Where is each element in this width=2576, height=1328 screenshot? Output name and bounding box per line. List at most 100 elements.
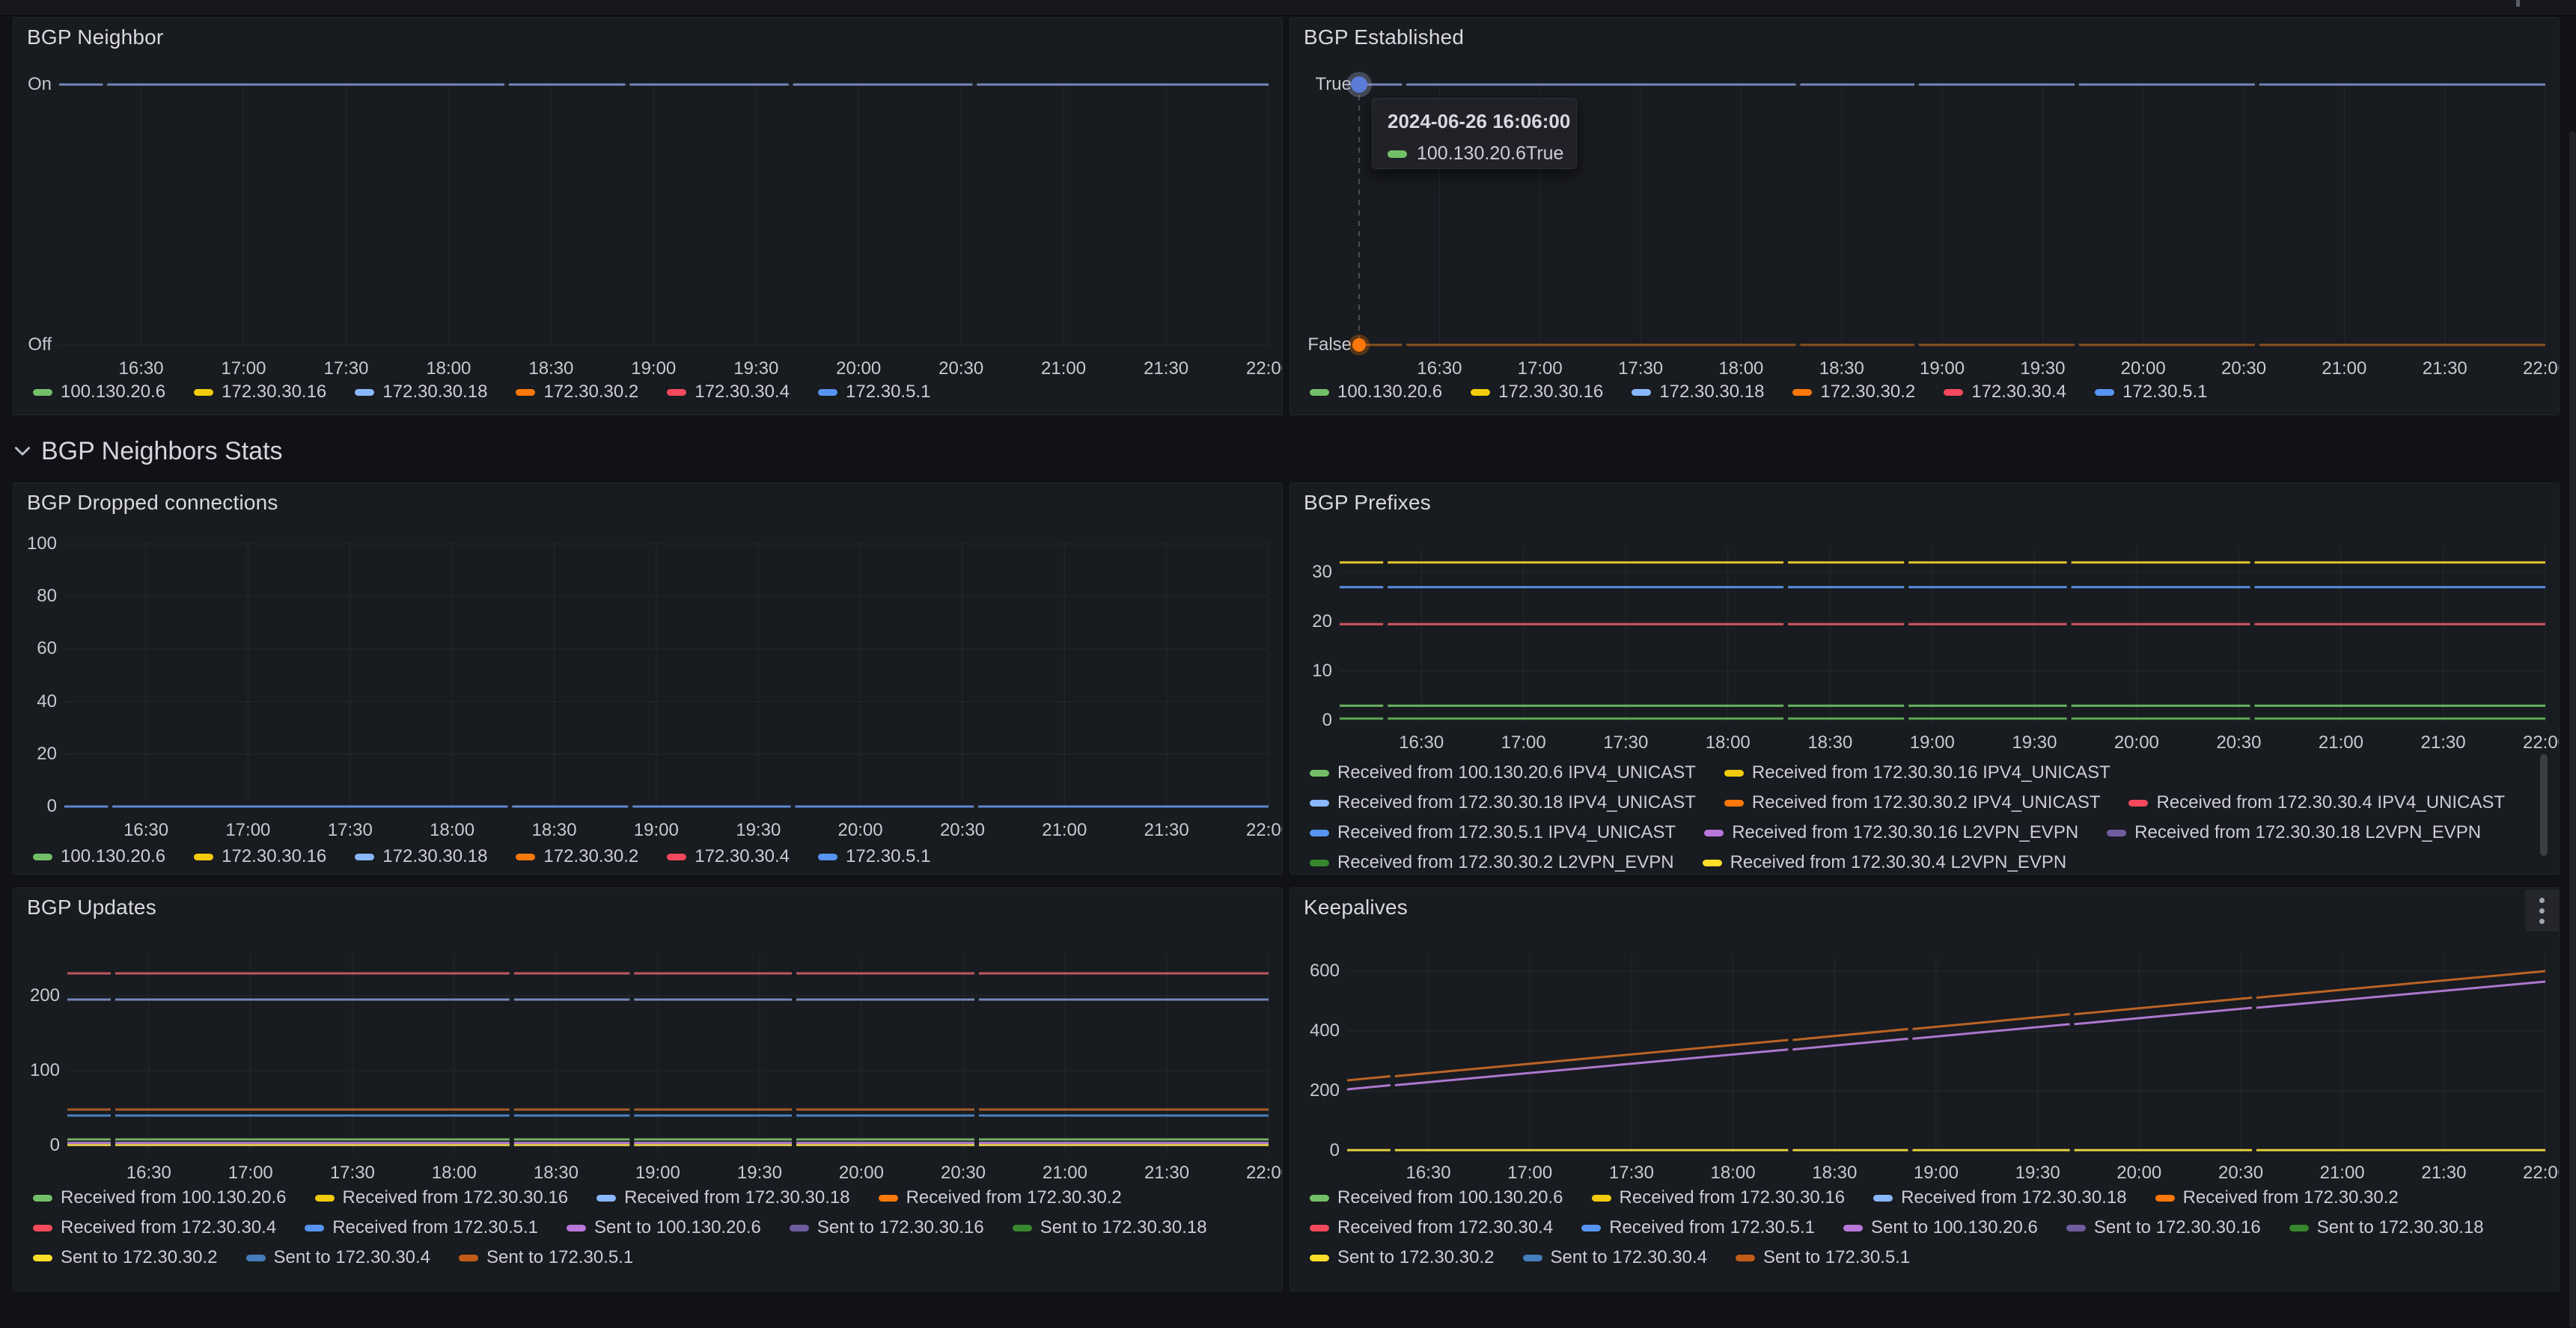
- legend-item[interactable]: 172.30.30.16: [1471, 383, 1603, 401]
- legend-marker: [459, 1255, 478, 1261]
- chart-svg[interactable]: [59, 18, 1269, 415]
- panel-menu-button[interactable]: [2525, 890, 2559, 931]
- legend-item[interactable]: Received from 172.30.5.1: [305, 1219, 538, 1237]
- legend-item[interactable]: 100.130.20.6: [33, 383, 165, 401]
- legend-item[interactable]: 172.30.5.1: [818, 383, 930, 401]
- legend-item[interactable]: Sent to 172.30.30.16: [790, 1219, 984, 1237]
- legend-item[interactable]: 100.130.20.6: [1310, 383, 1442, 401]
- panel-title[interactable]: BGP Prefixes: [1304, 491, 1431, 515]
- x-tick-label: 21:00: [1043, 1163, 1087, 1184]
- legend-item[interactable]: 172.30.30.18: [355, 848, 487, 866]
- panel-title[interactable]: BGP Established: [1304, 25, 1464, 49]
- legend-item[interactable]: Received from 172.30.30.4: [33, 1219, 276, 1237]
- legend-item[interactable]: Received from 172.30.30.2 L2VPN_EVPN: [1310, 854, 1674, 872]
- legend-item[interactable]: Sent to 172.30.30.4: [246, 1249, 431, 1267]
- scrollbar-top-tick[interactable]: [2516, 0, 2520, 7]
- legend-item[interactable]: Received from 172.30.30.16 L2VPN_EVPN: [1704, 824, 2078, 842]
- page-scrollbar-thumb[interactable]: [2569, 131, 2576, 1328]
- panel-title[interactable]: BGP Dropped connections: [27, 491, 278, 515]
- legend-label: Received from 172.30.30.4: [61, 1219, 276, 1237]
- legend-item[interactable]: 172.30.30.16: [194, 383, 326, 401]
- legend-item[interactable]: Received from 172.30.30.16 IPV4_UNICAST: [1724, 764, 2110, 782]
- legend-item[interactable]: 172.30.30.2: [516, 383, 638, 401]
- chart-area[interactable]: TrueFalse16:3017:0017:3018:0018:3019:001…: [1290, 18, 2559, 414]
- chart-area[interactable]: OnOff16:3017:0017:3018:0018:3019:0019:30…: [13, 18, 1282, 414]
- legend-item[interactable]: 172.30.30.16: [194, 848, 326, 866]
- legend-item[interactable]: Received from 172.30.30.4 IPV4_UNICAST: [2128, 794, 2505, 812]
- series-line: [2075, 1008, 2252, 1024]
- legend-item[interactable]: Received from 172.30.30.16: [315, 1189, 569, 1207]
- legend-item[interactable]: Received from 172.30.30.4 L2VPN_EVPN: [1703, 854, 2067, 872]
- chart-svg[interactable]: [1359, 18, 2545, 415]
- legend-item[interactable]: Received from 172.30.30.2: [879, 1189, 1122, 1207]
- chart-area[interactable]: 010203016:3017:0017:3018:0018:3019:0019:…: [1290, 483, 2559, 874]
- legend-item[interactable]: Received from 172.30.30.18: [596, 1189, 850, 1207]
- legend-item[interactable]: Sent to 172.30.30.18: [2289, 1219, 2484, 1237]
- legend-item[interactable]: Sent to 172.30.30.18: [1013, 1219, 1207, 1237]
- x-tick-label: 17:30: [323, 358, 368, 379]
- panel-bgp-prefixes: BGP Prefixes 010203016:3017:0017:3018:00…: [1289, 483, 2560, 875]
- panel-title[interactable]: BGP Updates: [27, 896, 156, 919]
- legend-item[interactable]: 172.30.5.1: [818, 848, 930, 866]
- legend-item[interactable]: Sent to 100.130.20.6: [1843, 1219, 2038, 1237]
- legend-item[interactable]: 172.30.5.1: [2095, 383, 2207, 401]
- legend-item[interactable]: Received from 172.30.30.2: [2155, 1189, 2399, 1207]
- legend-item[interactable]: 172.30.30.18: [355, 383, 487, 401]
- legend-item[interactable]: 172.30.30.2: [1792, 383, 1915, 401]
- legend-label: Received from 172.30.30.16: [1620, 1189, 1846, 1207]
- legend-item[interactable]: Sent to 100.130.20.6: [567, 1219, 761, 1237]
- panel-title[interactable]: BGP Neighbor: [27, 25, 163, 49]
- legend-marker: [1632, 389, 1651, 396]
- legend-item[interactable]: Received from 172.30.30.4: [1310, 1219, 1553, 1237]
- legend-item[interactable]: 172.30.30.18: [1632, 383, 1764, 401]
- legend-label: Sent to 100.130.20.6: [1871, 1219, 2038, 1237]
- legend-item[interactable]: 172.30.30.2: [516, 848, 638, 866]
- legend-item[interactable]: Received from 172.30.30.18 L2VPN_EVPN: [2107, 824, 2481, 842]
- legend-item[interactable]: Sent to 172.30.5.1: [1736, 1249, 1910, 1267]
- x-tick-label: 20:00: [839, 1163, 884, 1184]
- legend-label: Sent to 100.130.20.6: [594, 1219, 761, 1237]
- legend-label: Sent to 172.30.30.18: [1040, 1219, 1207, 1237]
- row-header-bgp-neighbors-stats[interactable]: BGP Neighbors Stats: [13, 432, 283, 470]
- legend-item[interactable]: Sent to 172.30.30.4: [1523, 1249, 1708, 1267]
- legend-item[interactable]: Received from 100.130.20.6: [1310, 1189, 1563, 1207]
- legend-item[interactable]: Received from 172.30.30.18 IPV4_UNICAST: [1310, 794, 1696, 812]
- legend-item[interactable]: Received from 100.130.20.6: [33, 1189, 287, 1207]
- legend-item[interactable]: 100.130.20.6: [33, 848, 165, 866]
- panel-title[interactable]: Keepalives: [1304, 896, 1408, 919]
- chart-area[interactable]: 010020016:3017:0017:3018:0018:3019:0019:…: [13, 888, 1282, 1291]
- legend-item[interactable]: 172.30.30.4: [667, 848, 790, 866]
- legend-marker: [1310, 1225, 1329, 1231]
- x-tick-label: 20:00: [2121, 358, 2166, 379]
- chart-svg[interactable]: [64, 483, 1269, 875]
- x-tick-label: 19:00: [631, 358, 676, 379]
- legend-item[interactable]: Received from 172.30.30.2 IPV4_UNICAST: [1724, 794, 2101, 812]
- legend-item[interactable]: Sent to 172.30.5.1: [459, 1249, 633, 1267]
- legend-item[interactable]: 172.30.30.4: [1944, 383, 2066, 401]
- legend-item[interactable]: Sent to 172.30.30.2: [1310, 1249, 1495, 1267]
- panel-bgp-dropped-connections: BGP Dropped connections 02040608010016:3…: [13, 483, 1283, 875]
- tooltip-series-marker: [1388, 150, 1407, 158]
- legend-item[interactable]: Sent to 172.30.30.2: [33, 1249, 218, 1267]
- legend-label: Sent to 172.30.30.16: [2094, 1219, 2261, 1237]
- legend-item[interactable]: Received from 172.30.5.1: [1581, 1219, 1815, 1237]
- legend-item[interactable]: Received from 172.30.30.18: [1873, 1189, 2127, 1207]
- series-line: [1347, 1086, 1391, 1089]
- x-tick-label: 19:30: [733, 358, 778, 379]
- legend-item[interactable]: Received from 172.30.30.16: [1592, 1189, 1846, 1207]
- x-tick-label: 20:30: [941, 1163, 986, 1184]
- hover-point-false: [1352, 338, 1366, 352]
- legend-item[interactable]: Sent to 172.30.30.16: [2066, 1219, 2261, 1237]
- legend-item[interactable]: Received from 100.130.20.6 IPV4_UNICAST: [1310, 764, 1696, 782]
- chart-area[interactable]: 02040608010016:3017:0017:3018:0018:3019:…: [13, 483, 1282, 874]
- legend-item[interactable]: Received from 172.30.5.1 IPV4_UNICAST: [1310, 824, 1676, 842]
- chart-area[interactable]: 020040060016:3017:0017:3018:0018:3019:00…: [1290, 888, 2559, 1291]
- legend-scrollbar-thumb[interactable]: [2540, 754, 2548, 856]
- legend-marker: [667, 854, 686, 860]
- panel-keepalives: Keepalives 020040060016:3017:0017:3018:0…: [1289, 887, 2560, 1291]
- legend-item[interactable]: 172.30.30.4: [667, 383, 790, 401]
- x-tick-label: 20:00: [836, 358, 881, 379]
- x-tick-label: 19:30: [2012, 732, 2057, 753]
- legend-label: Received from 172.30.30.2: [2183, 1189, 2399, 1207]
- legend-marker: [1310, 1195, 1329, 1202]
